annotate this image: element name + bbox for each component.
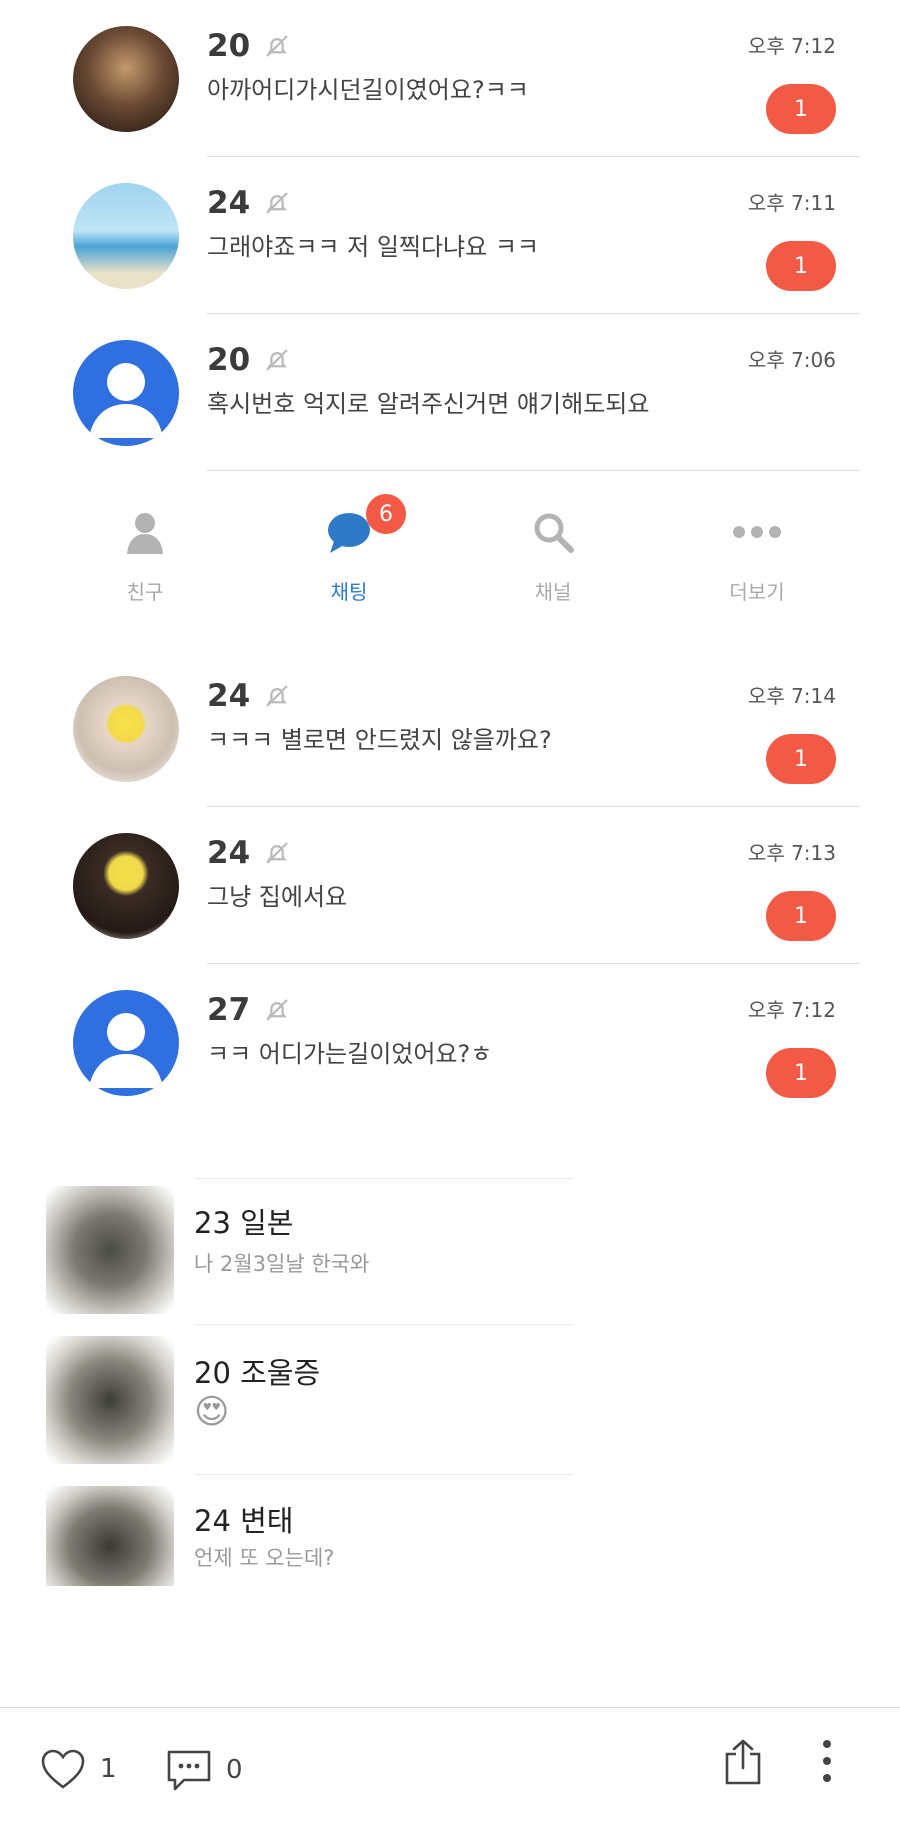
name-line: 27 <box>207 992 292 1028</box>
chat-name: 20 조울증 <box>194 1356 321 1390</box>
mute-bell-icon <box>266 192 288 214</box>
chat-row[interactable]: 20 혹시번호 억지로 알려주신거면 얘기해도되요 오후 7:06 <box>0 314 900 471</box>
vertical-dots-icon <box>823 1740 831 1782</box>
name-line: 20 <box>207 28 292 64</box>
avatar <box>73 833 179 939</box>
chat-time: 오후 7:06 <box>747 348 836 372</box>
chat-message: 언제 또 오는데? <box>194 1546 335 1570</box>
unread-badge: 1 <box>766 241 836 291</box>
plain-chat-row[interactable]: 20 조울증 😍 <box>0 1326 600 1475</box>
chat-time: 오후 7:12 <box>747 34 836 58</box>
chat-name: 20 <box>207 28 251 64</box>
divider <box>194 1178 574 1179</box>
chat-bubble-icon <box>328 513 370 553</box>
chat-row[interactable]: 20 아까어디가시던길이였어요?ㅋㅋ 오후 7:12 1 <box>0 0 900 157</box>
pixelated-avatar <box>46 1336 174 1464</box>
unread-badge: 1 <box>766 734 836 784</box>
divider <box>194 1324 574 1325</box>
default-avatar <box>73 340 179 446</box>
chat-tab-badge: 6 <box>366 494 406 534</box>
chat-name: 24 변태 <box>194 1504 294 1538</box>
mute-bell-icon <box>266 999 288 1021</box>
tab-label: 친구 <box>126 580 164 604</box>
chat-name: 27 <box>207 992 251 1028</box>
tab-bar: 친구 채팅 채널 더보기 <box>0 478 900 618</box>
avatar <box>73 676 179 782</box>
tab-more[interactable]: 더보기 <box>692 478 822 605</box>
person-icon <box>127 513 163 554</box>
mute-bell-icon <box>266 35 288 57</box>
chat-time: 오후 7:14 <box>747 684 836 708</box>
tab-channel[interactable]: 채널 <box>488 478 618 605</box>
unread-badge: 1 <box>766 1048 836 1098</box>
tab-label: 채널 <box>534 580 572 604</box>
chat-message: 나 2월3일날 한국와 <box>194 1252 370 1276</box>
chat-message: ㅋㅋ 어디가는길이었어요?ㅎ <box>207 1040 493 1068</box>
plain-chat-row[interactable]: 24 변태 언제 또 오는데? <box>0 1476 600 1624</box>
like-count: 1 <box>100 1754 117 1784</box>
unread-badge: 1 <box>766 891 836 941</box>
heart-icon <box>41 1749 85 1789</box>
search-icon <box>534 513 574 553</box>
more-options-button[interactable] <box>820 1738 834 1784</box>
mute-bell-icon <box>266 685 288 707</box>
chat-message: 그냥 집에서요 <box>207 883 348 911</box>
chat-message: ㅋㅋㅋ 별로면 안드렸지 않을까요? <box>207 726 552 754</box>
name-line: 24 <box>207 678 292 714</box>
unread-badge: 1 <box>766 84 836 134</box>
divider <box>194 1474 574 1475</box>
chat-row[interactable]: 27 ㅋㅋ 어디가는길이었어요?ㅎ 오후 7:12 1 <box>0 964 900 1121</box>
default-avatar <box>73 990 179 1096</box>
chat-message: 혹시번호 억지로 알려주신거면 얘기해도되요 <box>207 390 650 418</box>
comment-icon <box>167 1750 211 1791</box>
chat-name: 24 <box>207 835 251 871</box>
name-line: 20 <box>207 342 292 378</box>
tab-label: 더보기 <box>729 580 785 604</box>
chat-name: 20 <box>207 342 251 378</box>
chat-time: 오후 7:13 <box>747 841 836 865</box>
pixelated-avatar <box>46 1486 174 1586</box>
person-silhouette-icon <box>89 363 163 438</box>
comment-count: 0 <box>226 1755 243 1785</box>
pixelated-avatar <box>46 1186 174 1314</box>
chat-message: 😍 <box>194 1392 230 1432</box>
name-line: 24 <box>207 835 292 871</box>
tab-label: 채팅 <box>330 580 368 604</box>
chat-time: 오후 7:12 <box>747 998 836 1022</box>
share-button[interactable] <box>722 1738 764 1786</box>
chat-name: 24 <box>207 185 251 221</box>
chat-row[interactable]: 24 그래야죠ㅋㅋ 저 일찍다냐요 ㅋㅋ 오후 7:11 1 <box>0 157 900 314</box>
chat-time: 오후 7:11 <box>747 191 836 215</box>
share-icon <box>725 1739 761 1785</box>
avatar <box>73 183 179 289</box>
chat-message: 그래야죠ㅋㅋ 저 일찍다냐요 ㅋㅋ <box>207 233 540 261</box>
chat-name: 23 일본 <box>194 1206 294 1240</box>
like-button[interactable]: 1 <box>40 1748 117 1790</box>
chat-message: 아까어디가시던길이였어요?ㅋㅋ <box>207 76 529 104</box>
bottom-action-bar: 1 0 <box>0 1707 900 1825</box>
chat-name: 24 <box>207 678 251 714</box>
tab-friends[interactable]: 친구 <box>80 478 210 605</box>
comment-button[interactable]: 0 <box>166 1748 243 1792</box>
mute-bell-icon <box>266 349 288 371</box>
name-line: 24 <box>207 185 292 221</box>
lower-chat-list: 24 ㅋㅋㅋ 별로면 안드렸지 않을까요? 오후 7:14 1 24 그냥 집에… <box>0 650 900 1121</box>
divider <box>207 470 860 471</box>
person-silhouette-icon <box>89 1013 163 1088</box>
chat-row[interactable]: 24 ㅋㅋㅋ 별로면 안드렸지 않을까요? 오후 7:14 1 <box>0 650 900 807</box>
mute-bell-icon <box>266 842 288 864</box>
avatar <box>73 26 179 132</box>
plain-chat-row[interactable]: 23 일본 나 2월3일날 한국와 <box>0 1176 600 1325</box>
upper-chat-list: 20 아까어디가시던길이였어요?ㅋㅋ 오후 7:12 1 24 그래야죠ㅋㅋ 저… <box>0 0 900 471</box>
chat-row[interactable]: 24 그냥 집에서요 오후 7:13 1 <box>0 807 900 964</box>
more-dots-icon <box>733 526 781 538</box>
